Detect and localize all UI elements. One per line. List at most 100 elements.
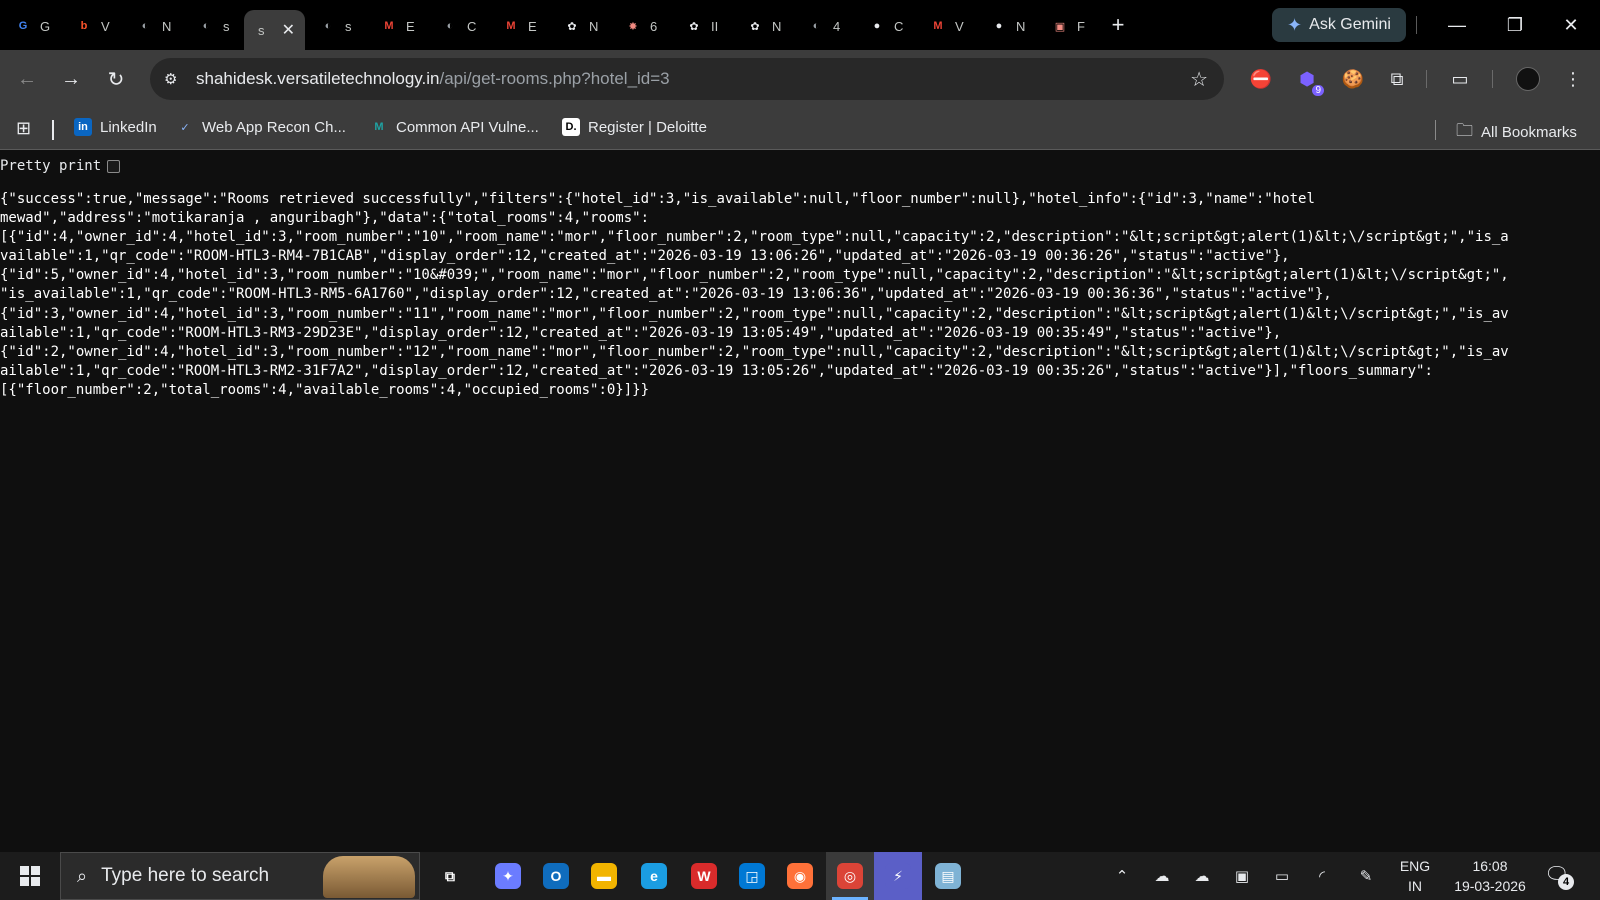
tab[interactable]: ME: [488, 9, 549, 43]
taskbar-app[interactable]: ▬: [580, 852, 628, 900]
taskbar-app[interactable]: W: [680, 852, 728, 900]
puzzle-icon[interactable]: ⧉: [1384, 66, 1410, 92]
language-code: ENG: [1399, 858, 1431, 874]
apps-grid-button[interactable]: ⊞: [16, 118, 31, 139]
language-indicator[interactable]: ENG IN: [1392, 856, 1438, 896]
tab[interactable]: MV: [915, 9, 976, 43]
bookmark-item[interactable]: M Common API Vulne...: [370, 118, 538, 136]
taskbar-app[interactable]: ⚡: [874, 852, 922, 900]
bookmark-item[interactable]: in LinkedIn: [74, 118, 157, 136]
extension-badge-icon[interactable]: ⬢ 9: [1294, 66, 1324, 96]
tab[interactable]: ✿ N: [549, 9, 610, 43]
restore-button[interactable]: ❐: [1486, 0, 1544, 50]
all-bookmarks-button[interactable]: 🗀 All Bookmarks: [1456, 118, 1577, 147]
taskbar-app[interactable]: ⧉: [426, 852, 474, 900]
tab[interactable]: GG: [0, 9, 61, 43]
sync-off-icon[interactable]: ☁: [1148, 852, 1176, 900]
arrow-left-icon: ←: [17, 67, 37, 90]
url-host: shahidesk.versatiletechnology.in: [196, 69, 440, 88]
close-tab-icon[interactable]: ✕: [282, 20, 295, 40]
ask-gemini-button[interactable]: ✦ Ask Gemini: [1272, 8, 1406, 42]
tab[interactable]: ▣ F: [1037, 9, 1098, 43]
tab[interactable]: ✿ II: [671, 9, 732, 43]
new-tab-button[interactable]: +: [1098, 12, 1138, 38]
taskbar-app[interactable]: ✦: [484, 852, 532, 900]
tab-title: C: [894, 18, 904, 34]
tab-title: V: [955, 18, 964, 34]
extension-badge: 9: [1312, 85, 1324, 96]
pen-icon[interactable]: ✎: [1352, 852, 1380, 900]
start-button[interactable]: [0, 852, 60, 900]
cookie-icon[interactable]: 🍪: [1340, 66, 1366, 92]
tab[interactable]: bV: [61, 9, 122, 43]
avatar[interactable]: [1515, 66, 1541, 92]
tab[interactable]: ● C: [854, 9, 915, 43]
notifications-button[interactable]: 🗨 4: [1544, 862, 1574, 890]
display-icon[interactable]: ▣: [1228, 852, 1256, 900]
tab-title: E: [528, 18, 537, 34]
tab[interactable]: ◐ s: [305, 9, 366, 43]
tab-active[interactable]: s ✕: [244, 10, 305, 50]
close-window-button[interactable]: ✕: [1542, 0, 1600, 50]
json-line: {"id":5,"owner_id":4,"hotel_id":3,"room_…: [0, 267, 1509, 284]
tab[interactable]: ◐ s: [183, 9, 244, 43]
forward-button[interactable]: →: [56, 64, 86, 94]
bookmark-star-icon[interactable]: ☆: [1190, 67, 1208, 92]
bookmark-item[interactable]: D. Register | Deloitte: [562, 118, 707, 136]
minimize-button[interactable]: —: [1428, 0, 1486, 50]
reload-button[interactable]: ↻: [101, 64, 131, 94]
json-line: "is_available":1,"qr_code":"ROOM-HTL3-RM…: [0, 286, 1332, 303]
ask-gemini-label: Ask Gemini: [1309, 16, 1391, 33]
pretty-print-checkbox[interactable]: [107, 159, 121, 173]
taskbar-search[interactable]: ⌕ Type here to search: [60, 852, 420, 900]
taskbar-app[interactable]: ◉: [776, 852, 824, 900]
taskbar: ⌕ Type here to search ⧉ ✦ O ▬ e W ◲ ◉ ◎ ⚡ ▤ ⌃ ☁ ☁ …: [0, 852, 1600, 900]
pretty-print-control[interactable]: Pretty print: [0, 154, 121, 178]
all-bookmarks-label: All Bookmarks: [1481, 124, 1577, 141]
tab[interactable]: ● N: [976, 9, 1037, 43]
openai-icon: ✿: [689, 20, 699, 33]
divider: [52, 120, 54, 140]
gmail-icon: M: [933, 20, 943, 32]
globe-icon: ◐: [812, 20, 820, 32]
bookmarks-bar: ⊞ in LinkedIn ✓ Web App Recon Ch... M Common …: [0, 108, 1600, 150]
json-line: [{"floor_number":2,"total_rooms":4,"avai…: [0, 381, 650, 398]
divider: [1416, 16, 1417, 34]
back-button[interactable]: ←: [12, 64, 42, 94]
network-icon[interactable]: ◜: [1308, 852, 1336, 900]
battery-icon[interactable]: ▭: [1268, 852, 1296, 900]
arrow-right-icon: →: [61, 67, 81, 90]
globe-icon: ◐: [324, 20, 332, 32]
tab[interactable]: ✸ 6: [610, 9, 671, 43]
tab[interactable]: ME: [366, 9, 427, 43]
taskbar-app[interactable]: ◲: [728, 852, 776, 900]
tab[interactable]: ◐ 4: [793, 9, 854, 43]
openai-icon: ✿: [750, 20, 760, 33]
onedrive-icon[interactable]: ☁: [1188, 852, 1216, 900]
tab-title: 6: [650, 18, 658, 34]
url-text[interactable]: shahidesk.versatiletechnology.in/api/get…: [196, 69, 670, 89]
menu-kebab-icon[interactable]: ⋮: [1560, 66, 1586, 92]
show-hidden-icons-button[interactable]: ⌃: [1108, 852, 1136, 900]
browser-toolbar: ← → ↻ ⚙ shahidesk.versatiletechnology.in…: [0, 50, 1600, 108]
gmail-icon: M: [384, 20, 394, 32]
tab[interactable]: ◐ N: [122, 9, 183, 43]
url-path: /api/get-rooms.php?hotel_id=3: [439, 69, 670, 88]
google-icon: G: [18, 20, 28, 32]
taskbar-app[interactable]: e: [630, 852, 678, 900]
close-icon: ✕: [1563, 14, 1579, 35]
tab-title: V: [101, 18, 110, 34]
bookmark-item[interactable]: ✓ Web App Recon Ch...: [176, 118, 346, 136]
taskbar-app[interactable]: O: [532, 852, 580, 900]
gmail-icon: M: [506, 20, 516, 32]
tab[interactable]: ◐ C: [427, 9, 488, 43]
extension-blocker-icon[interactable]: ⛔: [1248, 66, 1274, 92]
gemini-sparkle-icon: ✦: [1287, 14, 1303, 35]
address-bar[interactable]: ⚙ shahidesk.versatiletechnology.in/api/g…: [150, 58, 1224, 100]
taskbar-app[interactable]: ◎: [826, 852, 874, 900]
tab[interactable]: ✿ N: [732, 9, 793, 43]
site-info-icon[interactable]: ⚙: [164, 70, 184, 88]
taskbar-app[interactable]: ▤: [924, 852, 972, 900]
side-panel-icon[interactable]: ▭: [1447, 66, 1473, 92]
clock[interactable]: 16:08 19-03-2026: [1450, 856, 1530, 896]
